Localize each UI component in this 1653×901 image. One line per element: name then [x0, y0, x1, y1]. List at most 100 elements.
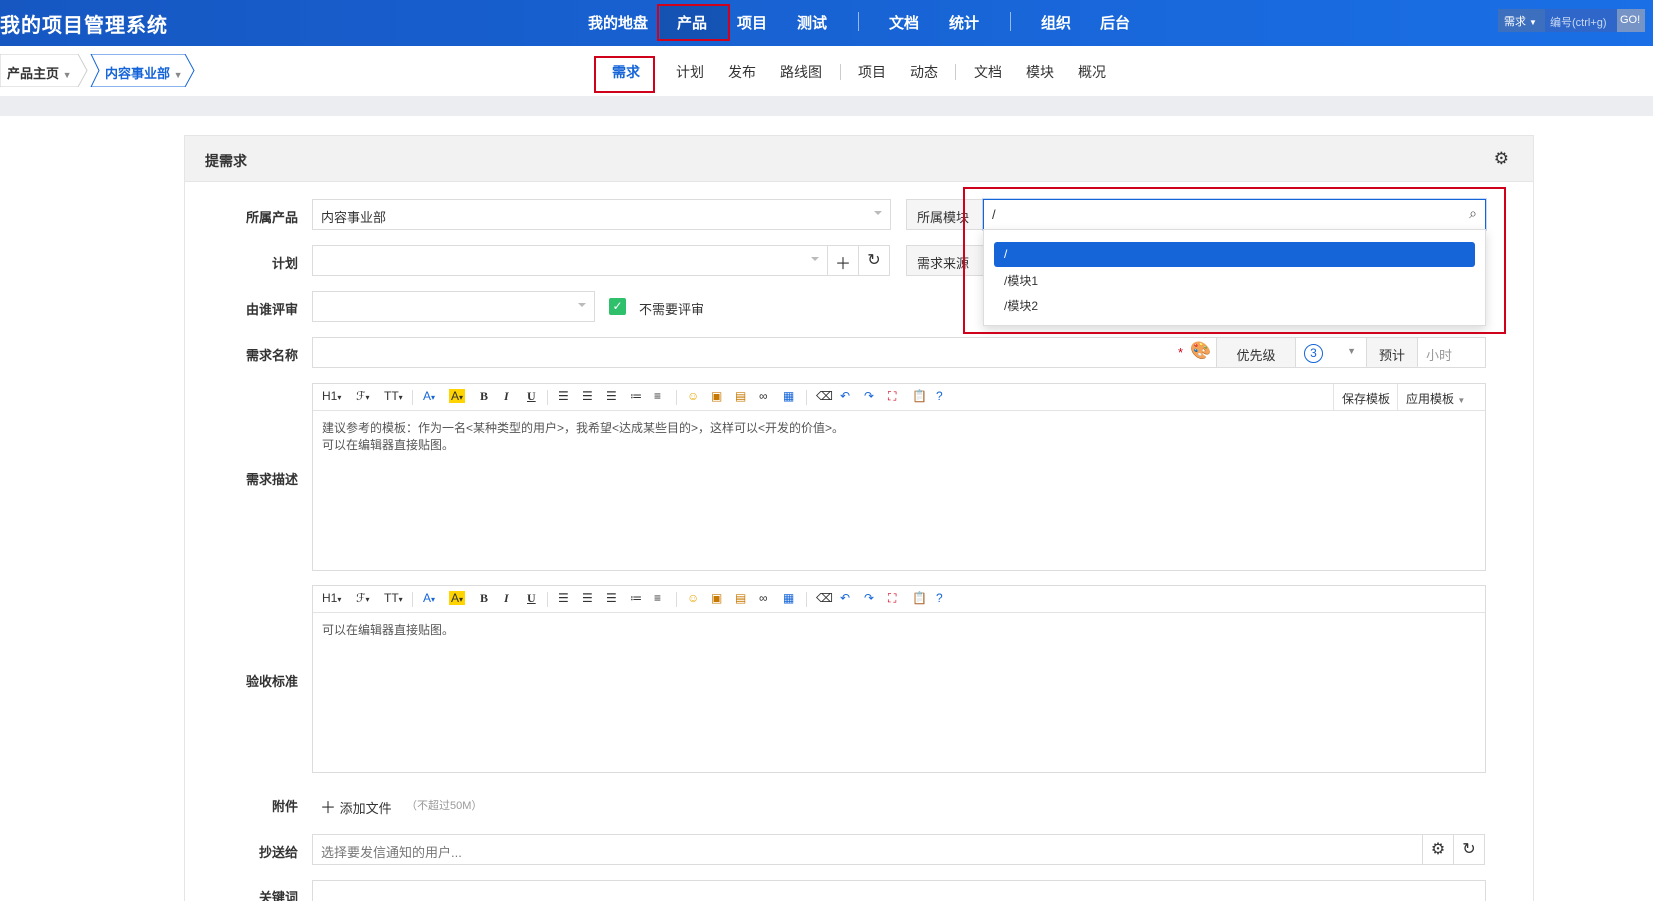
search-go-button[interactable]: GO!: [1617, 9, 1645, 32]
subnav-project[interactable]: 项目: [858, 62, 886, 82]
help-icon[interactable]: ?: [936, 389, 943, 403]
add-plan-button[interactable]: ＋: [827, 245, 859, 276]
table-icon[interactable]: ▦: [783, 389, 794, 403]
reviewer-select[interactable]: [312, 291, 595, 322]
subnav-roadmap[interactable]: 路线图: [780, 62, 822, 82]
editor-toolbar: H1▾ ℱ▾ TT▾ A▾ A▾ B I U ☰ ☰ ☰ ≔ ≡ ☺ ▣ ▤ ∞…: [313, 384, 1485, 411]
ordered-list-icon[interactable]: ≔: [630, 591, 642, 605]
nav-my-dashboard[interactable]: 我的地盘: [588, 12, 648, 33]
paste-icon[interactable]: 📋: [912, 389, 927, 403]
cc-refresh-button[interactable]: ↻: [1453, 834, 1485, 865]
chevron-down-icon: ▾: [337, 595, 342, 604]
paste-icon[interactable]: 📋: [912, 591, 927, 605]
align-right-icon[interactable]: ☰: [606, 389, 617, 403]
breadcrumb-product-select[interactable]: 内容事业部 ▼: [105, 54, 183, 87]
priority-select[interactable]: 3 ▼: [1295, 337, 1367, 368]
font-color-button[interactable]: A▾: [423, 591, 435, 605]
heading-button[interactable]: H1▾: [322, 389, 341, 403]
align-left-icon[interactable]: ☰: [558, 591, 569, 605]
nav-project[interactable]: 项目: [737, 12, 767, 33]
emoji-icon[interactable]: ☺: [687, 389, 699, 403]
subnav-overview[interactable]: 概况: [1078, 62, 1106, 82]
nav-admin[interactable]: 后台: [1100, 12, 1130, 33]
search-type-select[interactable]: 需求 ▼: [1498, 9, 1545, 32]
media-icon[interactable]: ▤: [735, 389, 746, 403]
emoji-icon[interactable]: ☺: [687, 591, 699, 605]
table-icon[interactable]: ▦: [783, 591, 794, 605]
product-select[interactable]: 内容事业部: [312, 199, 891, 230]
acceptance-editor[interactable]: H1▾ ℱ▾ TT▾ A▾ A▾ B I U ☰ ☰ ☰ ≔ ≡ ☺ ▣ ▤ ∞…: [312, 585, 1486, 773]
font-family-button[interactable]: ℱ▾: [356, 389, 369, 403]
gear-icon[interactable]: ⚙: [1494, 149, 1509, 169]
no-review-checkbox[interactable]: ✓: [609, 298, 626, 315]
nav-test[interactable]: 测试: [797, 12, 827, 33]
story-name-input[interactable]: [312, 337, 1218, 368]
refresh-plan-button[interactable]: ↻: [858, 245, 890, 276]
italic-button[interactable]: I: [504, 591, 509, 606]
heading-button-label: H1: [322, 389, 338, 403]
highlight-color-button[interactable]: A▾: [449, 591, 466, 605]
save-template-button[interactable]: 保存模板: [1332, 384, 1398, 410]
plan-select[interactable]: [312, 245, 828, 276]
redo-icon[interactable]: ↷: [864, 389, 874, 403]
help-icon[interactable]: ?: [936, 591, 943, 605]
italic-button[interactable]: I: [504, 389, 509, 404]
search-input[interactable]: 编号(ctrl+g): [1545, 9, 1617, 32]
cc-settings-button[interactable]: ⚙: [1422, 834, 1454, 865]
underline-button[interactable]: U: [527, 389, 536, 404]
align-center-icon[interactable]: ☰: [582, 389, 593, 403]
apply-template-button[interactable]: 应用模板 ▼: [1397, 384, 1485, 410]
eraser-icon[interactable]: ⌫: [816, 591, 833, 605]
link-icon[interactable]: ∞: [759, 591, 768, 605]
app-title: 我的项目管理系统: [0, 15, 168, 37]
breadcrumb-product-home[interactable]: 产品主页 ▼: [7, 54, 72, 87]
unordered-list-icon[interactable]: ≡: [654, 591, 661, 605]
reviewer-label: 由谁评审: [245, 302, 298, 317]
plus-icon: ＋: [320, 800, 337, 817]
undo-icon[interactable]: ↶: [840, 389, 850, 403]
heading-button-label: H1: [322, 591, 338, 605]
toolbar-divider: [547, 592, 548, 607]
nav-stats[interactable]: 统计: [949, 12, 979, 33]
font-color-button[interactable]: A▾: [423, 389, 435, 403]
ordered-list-icon[interactable]: ≔: [630, 389, 642, 403]
undo-icon[interactable]: ↶: [840, 591, 850, 605]
highlight-color-button[interactable]: A▾: [449, 389, 466, 403]
align-right-icon[interactable]: ☰: [606, 591, 617, 605]
font-size-button[interactable]: TT▾: [384, 389, 403, 403]
subnav-release[interactable]: 发布: [728, 62, 756, 82]
nav-doc[interactable]: 文档: [889, 12, 919, 33]
subnav-plan[interactable]: 计划: [676, 62, 704, 82]
chevron-down-icon: ▼: [1347, 346, 1356, 356]
cc-user-select[interactable]: 选择要发信通知的用户...: [312, 834, 1423, 865]
align-left-icon[interactable]: ☰: [558, 389, 569, 403]
font-size-button[interactable]: TT▾: [384, 591, 403, 605]
bold-button[interactable]: B: [480, 389, 488, 404]
underline-button[interactable]: U: [527, 591, 536, 606]
chevron-down-icon: ▾: [431, 595, 436, 604]
subnav-dynamic[interactable]: 动态: [910, 62, 938, 82]
keywords-input[interactable]: [312, 880, 1486, 901]
image-icon[interactable]: ▣: [711, 389, 722, 403]
align-center-icon[interactable]: ☰: [582, 591, 593, 605]
font-family-button[interactable]: ℱ▾: [356, 591, 369, 605]
color-palette-icon[interactable]: 🎨: [1190, 341, 1211, 361]
image-icon[interactable]: ▣: [711, 591, 722, 605]
eraser-icon[interactable]: ⌫: [816, 389, 833, 403]
fullscreen-icon[interactable]: ⛶: [888, 591, 896, 606]
highlight-box-product-nav: [657, 4, 730, 41]
redo-icon[interactable]: ↷: [864, 591, 874, 605]
media-icon[interactable]: ▤: [735, 591, 746, 605]
unordered-list-icon[interactable]: ≡: [654, 389, 661, 403]
estimate-input[interactable]: 小时: [1417, 337, 1486, 368]
link-icon[interactable]: ∞: [759, 389, 768, 403]
heading-button[interactable]: H1▾: [322, 591, 341, 605]
nav-org[interactable]: 组织: [1041, 12, 1071, 33]
subnav-doc[interactable]: 文档: [974, 62, 1002, 82]
description-editor[interactable]: H1▾ ℱ▾ TT▾ A▾ A▾ B I U ☰ ☰ ☰ ≔ ≡ ☺ ▣ ▤ ∞…: [312, 383, 1486, 571]
acceptance-text: 可以在编辑器直接贴图。: [322, 623, 455, 637]
bold-button[interactable]: B: [480, 591, 488, 606]
subnav-module[interactable]: 模块: [1026, 62, 1054, 82]
add-file-button[interactable]: ＋ 添加文件: [320, 794, 392, 818]
fullscreen-icon[interactable]: ⛶: [888, 389, 896, 404]
